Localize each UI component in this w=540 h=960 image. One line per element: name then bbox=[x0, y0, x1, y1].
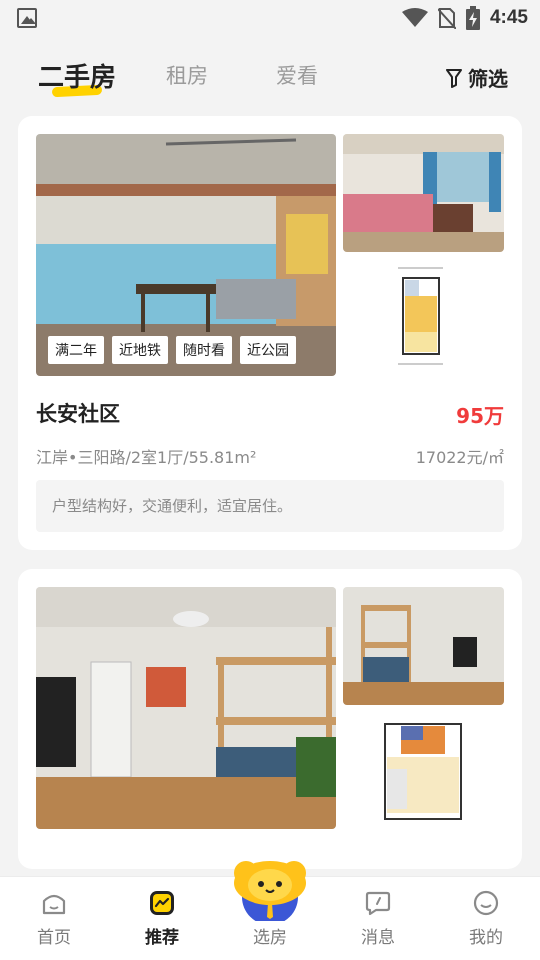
filter-label: 筛选 bbox=[468, 67, 508, 91]
nav-recommend-label: 推荐 bbox=[145, 928, 179, 948]
tag: 近地铁 bbox=[112, 336, 168, 364]
listing-description: 户型结构好，交通便利，适宜居住。 bbox=[36, 480, 504, 532]
app-screen: 4:45 二手房 租房 爱看 筛选 满二年 近地铁 随时看 近公园 长安社区 9… bbox=[0, 0, 540, 960]
battery-charging-icon bbox=[465, 6, 480, 30]
clock: 4:45 bbox=[489, 7, 528, 28]
mascot-icon bbox=[234, 861, 306, 925]
listing-tags: 满二年 近地铁 随时看 近公园 bbox=[48, 336, 296, 364]
nav-profile[interactable]: 我的 bbox=[451, 889, 521, 948]
filter-icon bbox=[446, 68, 462, 88]
nav-home-label: 首页 bbox=[37, 928, 71, 948]
status-icons: 4:45 bbox=[401, 6, 528, 30]
tag: 随时看 bbox=[176, 336, 232, 364]
recommend-icon bbox=[150, 891, 174, 915]
tag: 近公园 bbox=[240, 336, 296, 364]
mascot-button[interactable] bbox=[228, 855, 312, 925]
tab-rent[interactable]: 租房 bbox=[166, 60, 208, 90]
nav-choose-house[interactable]: 选房 bbox=[235, 923, 305, 948]
filter-button[interactable]: 筛选 bbox=[446, 63, 508, 92]
wifi-icon bbox=[401, 8, 428, 27]
status-bar: 4:45 bbox=[0, 0, 540, 36]
home-icon bbox=[42, 894, 66, 915]
listing-card[interactable] bbox=[18, 569, 522, 869]
listing-bedroom-photo[interactable] bbox=[343, 587, 504, 705]
listing-meta: 江岸•三阳路/2室1厅/55.81m² bbox=[36, 448, 257, 467]
bedroom-photo-image bbox=[343, 134, 504, 252]
floorplan-image bbox=[343, 256, 504, 376]
listing-name: 长安社区 bbox=[36, 402, 120, 426]
gallery-notification-icon bbox=[17, 8, 37, 28]
no-sim-icon bbox=[437, 8, 456, 29]
nav-messages[interactable]: 消息 bbox=[343, 889, 413, 948]
listing-main-photo[interactable]: 满二年 近地铁 随时看 近公园 bbox=[36, 134, 336, 376]
listing-bedroom-photo[interactable] bbox=[343, 134, 504, 252]
floorplan-image bbox=[343, 709, 504, 829]
profile-icon bbox=[473, 890, 499, 916]
listing-main-photo[interactable] bbox=[36, 587, 336, 829]
nav-profile-label: 我的 bbox=[469, 928, 503, 948]
listing-price: 95万 bbox=[456, 404, 504, 428]
tab-second-hand[interactable]: 二手房 bbox=[38, 57, 116, 94]
room-photo-image bbox=[343, 587, 504, 705]
nav-messages-label: 消息 bbox=[361, 928, 395, 948]
message-icon bbox=[365, 891, 391, 916]
listing-floorplan[interactable] bbox=[343, 256, 504, 376]
room-photo-image bbox=[36, 587, 336, 829]
tag: 满二年 bbox=[48, 336, 104, 364]
nav-recommend[interactable]: 推荐 bbox=[127, 889, 197, 948]
listing-unit-price: 17022元/㎡ bbox=[415, 448, 504, 467]
listing-floorplan[interactable] bbox=[343, 709, 504, 829]
nav-choose-house-label: 选房 bbox=[253, 928, 287, 948]
listing-card[interactable]: 满二年 近地铁 随时看 近公园 长安社区 95万 江岸•三阳路/2室1厅/55.… bbox=[18, 116, 522, 550]
tab-favorites[interactable]: 爱看 bbox=[276, 60, 318, 90]
nav-home[interactable]: 首页 bbox=[19, 889, 89, 948]
